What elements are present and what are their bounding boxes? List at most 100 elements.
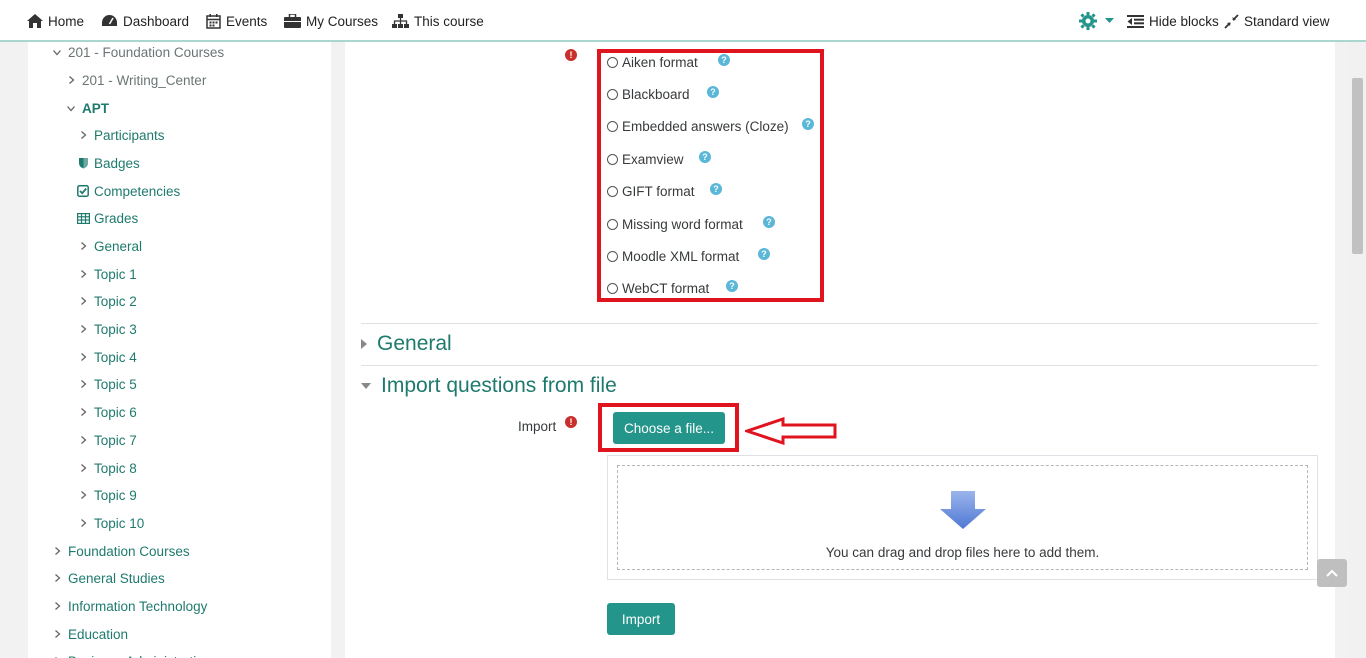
chevron-right-icon bbox=[76, 379, 90, 389]
sidebar-item[interactable]: Badges bbox=[76, 153, 140, 173]
nav-dashboard[interactable]: Dashboard bbox=[101, 12, 189, 30]
standard-view-button[interactable]: Standard view bbox=[1224, 12, 1330, 30]
top-navbar: Home Dashboard Events My Courses This co… bbox=[0, 0, 1366, 42]
sidebar-item[interactable]: Participants bbox=[76, 125, 165, 145]
sidebar-item[interactable]: Topic 8 bbox=[76, 458, 137, 478]
chevron-right-icon bbox=[76, 241, 90, 251]
sidebar-item[interactable]: Topic 3 bbox=[76, 319, 137, 339]
chevron-right-icon bbox=[76, 352, 90, 362]
sidebar-item[interactable]: 201 - Writing_Center bbox=[64, 70, 206, 90]
chevron-right-icon bbox=[50, 546, 64, 556]
nav-home[interactable]: Home bbox=[27, 12, 84, 30]
scrollbar-thumb[interactable] bbox=[1352, 78, 1363, 254]
sidebar-item-label: Badges bbox=[94, 155, 140, 171]
caret-right-icon bbox=[361, 339, 367, 349]
sidebar-item[interactable]: Topic 4 bbox=[76, 347, 137, 367]
import-label: Import bbox=[518, 419, 557, 434]
page-scrollbar[interactable] bbox=[1349, 42, 1366, 658]
home-icon bbox=[27, 14, 43, 28]
chevron-right-icon bbox=[76, 435, 90, 445]
dashboard-icon bbox=[102, 15, 117, 26]
sidebar-item[interactable]: Foundation Courses bbox=[50, 541, 190, 561]
briefcase-icon bbox=[284, 14, 301, 28]
sidebar-item[interactable]: Business Administration bbox=[50, 651, 211, 658]
sidebar-item-label: Topic 1 bbox=[94, 266, 137, 282]
sidebar-item-label: Business Administration bbox=[68, 654, 211, 658]
divider bbox=[361, 323, 1318, 324]
sidebar-item[interactable]: Topic 1 bbox=[76, 264, 137, 284]
shield-icon bbox=[76, 157, 90, 169]
arrow-down-icon bbox=[940, 491, 986, 529]
chevron-right-icon bbox=[76, 324, 90, 334]
arrow-left-icon bbox=[745, 417, 837, 445]
sidebar-item[interactable]: General bbox=[76, 236, 142, 256]
sidebar-item-label: General Studies bbox=[68, 570, 165, 586]
sidebar-item[interactable]: Competencies bbox=[76, 181, 180, 201]
highlight-box-formats bbox=[597, 49, 824, 302]
sidebar-item[interactable]: APT bbox=[64, 98, 109, 118]
sidebar-item[interactable]: Topic 6 bbox=[76, 402, 137, 422]
sidebar-item[interactable]: Information Technology bbox=[50, 596, 207, 616]
sidebar-item-label: Competencies bbox=[94, 183, 181, 199]
sidebar-item[interactable]: Topic 5 bbox=[76, 374, 137, 394]
required-icon: ! bbox=[565, 49, 577, 61]
sidebar-item[interactable]: Education bbox=[50, 624, 128, 644]
required-icon: ! bbox=[565, 416, 577, 428]
section-import-from-file[interactable]: Import questions from file bbox=[361, 374, 617, 398]
hide-blocks-button[interactable]: Hide blocks bbox=[1127, 12, 1219, 30]
sidebar-item-label: Foundation Courses bbox=[68, 543, 190, 559]
chevron-right-icon bbox=[76, 130, 90, 140]
sidebar-item-label: Topic 6 bbox=[94, 404, 137, 420]
nav-this-course[interactable]: This course bbox=[392, 12, 484, 30]
chevron-down-icon bbox=[64, 105, 78, 112]
sidebar-item-label: APT bbox=[82, 100, 109, 116]
chevron-down-icon bbox=[50, 49, 64, 56]
sidebar-item-label: Topic 4 bbox=[94, 349, 137, 365]
sidebar-item[interactable]: General Studies bbox=[50, 568, 165, 588]
import-button[interactable]: Import bbox=[607, 603, 675, 635]
chevron-right-icon bbox=[50, 601, 64, 611]
file-picker-area: You can drag and drop files here to add … bbox=[607, 455, 1318, 580]
sidebar-item[interactable]: Topic 2 bbox=[76, 291, 137, 311]
dropzone[interactable]: You can drag and drop files here to add … bbox=[617, 465, 1308, 570]
sidebar-item[interactable]: Topic 7 bbox=[76, 430, 137, 450]
main-content: ! Aiken format? Blackboard? Embedded answe… bbox=[345, 42, 1335, 658]
settings-menu[interactable] bbox=[1078, 12, 1119, 30]
scroll-to-top-button[interactable] bbox=[1317, 559, 1347, 587]
sidebar-item-label: Topic 10 bbox=[94, 515, 145, 531]
sidebar-item-label: Topic 5 bbox=[94, 376, 137, 392]
compress-icon bbox=[1224, 13, 1239, 29]
sidebar-item-label: Information Technology bbox=[68, 598, 208, 614]
nav-my-courses[interactable]: My Courses bbox=[284, 12, 378, 30]
sidebar-item[interactable]: Grades bbox=[76, 208, 138, 228]
caret-down-icon bbox=[1105, 18, 1114, 23]
chevron-right-icon bbox=[76, 490, 90, 500]
sidebar-item-label: 201 - Writing_Center bbox=[82, 72, 207, 88]
divider bbox=[361, 365, 1318, 366]
caret-down-icon bbox=[361, 383, 371, 389]
chevron-right-icon bbox=[76, 463, 90, 473]
nav-events[interactable]: Events bbox=[206, 12, 267, 30]
sidebar-item-label: Topic 9 bbox=[94, 487, 137, 503]
sidebar-item-label: General bbox=[94, 238, 143, 254]
chevron-right-icon bbox=[50, 573, 64, 583]
sidebar-item[interactable]: Topic 9 bbox=[76, 485, 137, 505]
chevron-right-icon bbox=[64, 75, 78, 85]
sidebar-item-label: Topic 3 bbox=[94, 321, 137, 337]
sidebar-item-label: 201 - Foundation Courses bbox=[68, 44, 225, 60]
drop-hint: You can drag and drop files here to add … bbox=[825, 545, 1100, 560]
sidebar-item[interactable]: 201 - Foundation Courses bbox=[50, 42, 224, 62]
sidebar-item[interactable]: Topic 10 bbox=[76, 513, 144, 533]
check-square-icon bbox=[76, 185, 90, 197]
sidebar-item-label: Education bbox=[68, 626, 129, 642]
section-general[interactable]: General bbox=[361, 332, 452, 356]
navigation-sidebar: 201 - Foundation Courses 201 - Writing_Ce… bbox=[28, 42, 331, 658]
sidebar-item-label: Topic 8 bbox=[94, 460, 137, 476]
chevron-right-icon bbox=[50, 629, 64, 639]
chevron-up-icon bbox=[1326, 569, 1338, 577]
calendar-icon bbox=[206, 13, 221, 29]
gear-icon bbox=[1079, 12, 1097, 30]
chevron-right-icon bbox=[76, 518, 90, 528]
chevron-right-icon bbox=[76, 296, 90, 306]
table-icon bbox=[76, 212, 90, 224]
